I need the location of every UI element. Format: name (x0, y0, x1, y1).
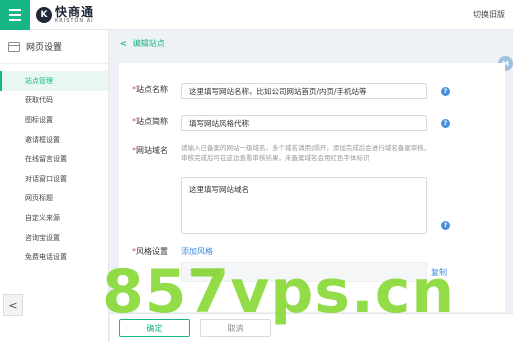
sidebar-item-icon-settings[interactable]: 图标设置 (0, 110, 108, 130)
sidebar-menu: 站点管理 获取代码 图标设置 邀请框设置 在线留言设置 对话窗口设置 网页标题 … (0, 64, 108, 267)
sidebar-header: 网页设置 (0, 30, 108, 64)
sidebar-item-invite-settings[interactable]: 邀请框设置 (0, 130, 108, 150)
collapse-sidebar-button[interactable]: < (3, 294, 23, 316)
site-domain-label: *网站域名 (132, 146, 168, 155)
sidebar-item-get-code[interactable]: 获取代码 (0, 91, 108, 111)
webpage-icon (8, 41, 20, 52)
main-content: < 编辑站点 M *站点名称 这里填写网站名称，比如公司网站首页/内页/手机站等… (110, 30, 513, 342)
top-bar: K 快商通 KRISTON AI 切换旧版 (0, 0, 513, 30)
site-short-label: *站点简称 (132, 117, 168, 126)
breadcrumb: < 编辑站点 (120, 38, 165, 49)
site-domain-textarea[interactable]: 这里填写网站域名 (181, 177, 427, 234)
sidebar: 网页设置 站点管理 获取代码 图标设置 邀请框设置 在线留言设置 对话窗口设置 … (0, 30, 109, 342)
add-style-link[interactable]: 添加风格 (181, 246, 213, 257)
sidebar-item-message-settings[interactable]: 在线留言设置 (0, 149, 108, 169)
menu-icon[interactable] (0, 0, 30, 30)
site-short-help-icon[interactable]: ? (441, 119, 450, 128)
site-domain-help-icon[interactable]: ? (441, 221, 450, 230)
logo-mark: K (36, 7, 52, 23)
logo: K 快商通 KRISTON AI (36, 5, 94, 25)
switch-old-version-link[interactable]: 切换旧版 (473, 9, 505, 20)
logo-subtext: KRISTON AI (55, 18, 94, 24)
site-short-input[interactable]: 填写网站风格代称 (181, 115, 427, 131)
page-title: 编辑站点 (132, 39, 165, 48)
style-label: *风格设置 (132, 247, 168, 256)
sidebar-title: 网页设置 (26, 43, 63, 53)
sidebar-item-site-management[interactable]: 站点管理 (0, 71, 108, 91)
sidebar-item-custom-source[interactable]: 自定义来源 (0, 208, 108, 228)
sidebar-item-consult-settings[interactable]: 咨询宝设置 (0, 228, 108, 248)
site-name-label: *站点名称 (132, 85, 168, 94)
site-name-help-icon[interactable]: ? (441, 87, 450, 96)
logo-text: 快商通 (55, 5, 95, 19)
copy-link[interactable]: 复制 (431, 267, 447, 278)
default-code-box: 默认代码 (181, 262, 427, 282)
site-name-input[interactable]: 这里填写网站名称，比如公司网站首页/内页/手机站等 (181, 83, 427, 99)
back-chevron-icon[interactable]: < (120, 39, 127, 48)
form-footer: 确定 取消 (110, 313, 513, 342)
sidebar-item-chat-window-settings[interactable]: 对话窗口设置 (0, 169, 108, 189)
sidebar-item-page-title[interactable]: 网页标题 (0, 189, 108, 209)
cancel-button[interactable]: 取消 (200, 319, 271, 337)
sidebar-item-free-call-settings[interactable]: 免费电话设置 (0, 247, 108, 267)
site-domain-hint: 请输入已备案的网站一级域名，多个域名请用|隔开，添加完成后会进行域名备案审核，审… (181, 144, 431, 162)
confirm-button[interactable]: 确定 (119, 319, 190, 337)
edit-site-form: *站点名称 这里填写网站名称，比如公司网站首页/内页/手机站等 ? *站点简称 … (119, 63, 505, 312)
